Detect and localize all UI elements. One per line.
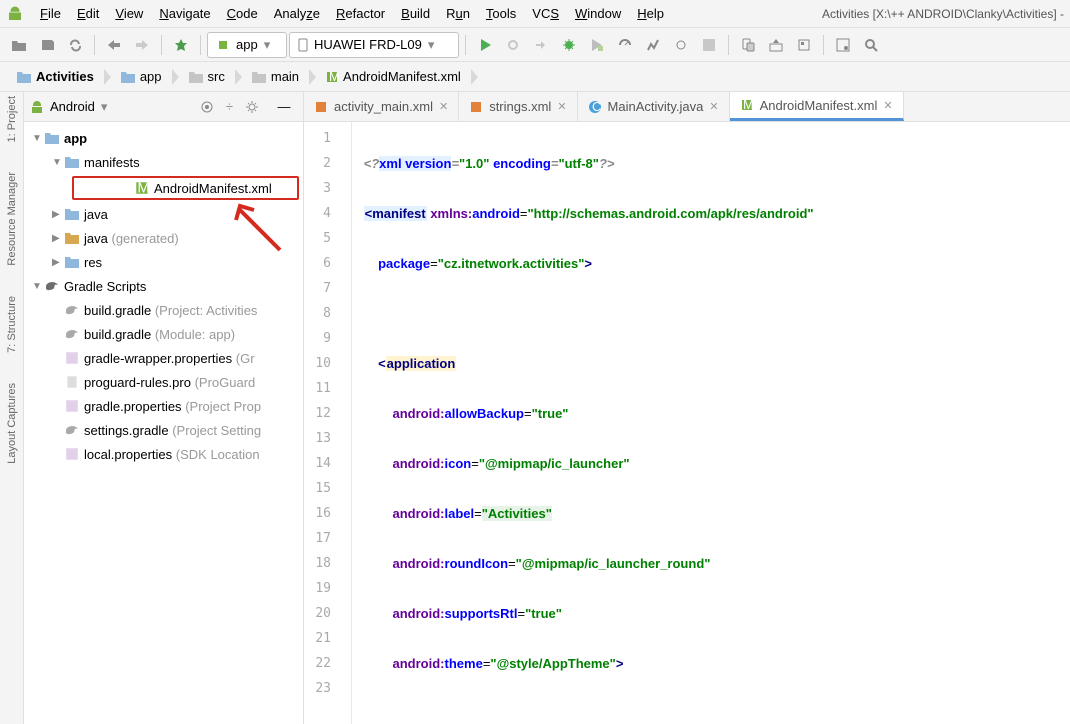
breadcrumb-src[interactable]: src [172, 65, 235, 89]
android-icon [30, 100, 44, 114]
menu-edit[interactable]: Edit [69, 3, 107, 24]
svg-text:MF: MF [329, 70, 339, 84]
debug-button[interactable] [556, 32, 582, 58]
tree-java-generated[interactable]: ▶ java (generated) [24, 226, 303, 250]
project-tree[interactable]: ▼ app ▼ manifests MF AndroidManifest.xml… [24, 122, 303, 724]
code-editor[interactable]: <?xml version="1.0" encoding="utf-8"?> <… [352, 122, 1070, 724]
profile-button[interactable] [612, 32, 638, 58]
rail-project[interactable]: 1: Project [6, 96, 18, 142]
tree-manifests[interactable]: ▼ manifests [24, 150, 303, 174]
hide-panel-icon[interactable]: — [271, 94, 297, 120]
tree-build-gradle-module[interactable]: build.gradle (Module: app) [24, 322, 303, 346]
device-selector[interactable]: HUAWEI FRD-L09 ▾ [289, 32, 459, 58]
rail-structure[interactable]: 7: Structure [6, 296, 18, 353]
close-icon[interactable]: ✕ [709, 100, 718, 113]
breadcrumb-project[interactable]: Activities [0, 65, 104, 89]
tree-res[interactable]: ▶ res [24, 250, 303, 274]
breadcrumb-file[interactable]: MF AndroidManifest.xml [309, 65, 471, 89]
apply-code-button[interactable] [528, 32, 554, 58]
menu-run[interactable]: Run [438, 3, 478, 24]
settings-icon[interactable] [239, 94, 265, 120]
profiler-icon[interactable] [640, 32, 666, 58]
project-view-label[interactable]: Android [50, 99, 95, 114]
menu-view[interactable]: View [107, 3, 151, 24]
menu-help[interactable]: Help [629, 3, 672, 24]
tree-local-props[interactable]: local.properties (SDK Location [24, 442, 303, 466]
line-gutter: 1234567891011121314151617181920212223 [304, 122, 352, 724]
toolbar-separator [200, 35, 201, 55]
svg-text:C: C [592, 100, 601, 114]
coverage-button[interactable] [584, 32, 610, 58]
breadcrumb-main[interactable]: main [235, 65, 309, 89]
menu-tools[interactable]: Tools [478, 3, 524, 24]
rail-layout-captures[interactable]: Layout Captures [6, 383, 18, 464]
menu-analyze[interactable]: Analyze [266, 3, 328, 24]
android-logo-icon [6, 5, 24, 23]
tree-settings-gradle[interactable]: settings.gradle (Project Setting [24, 418, 303, 442]
close-icon[interactable]: ✕ [557, 100, 566, 113]
select-opened-icon[interactable] [194, 94, 220, 120]
device-label: HUAWEI FRD-L09 [314, 37, 422, 52]
svg-text:MF: MF [743, 98, 754, 112]
back-button[interactable] [101, 32, 127, 58]
menu-window[interactable]: Window [567, 3, 629, 24]
tree-build-gradle-project[interactable]: build.gradle (Project: Activities [24, 298, 303, 322]
menu-navigate[interactable]: Navigate [151, 3, 218, 24]
toolbar-separator [465, 35, 466, 55]
close-icon[interactable]: ✕ [439, 100, 448, 113]
tree-wrapper-props[interactable]: gradle-wrapper.properties (Gr [24, 346, 303, 370]
breadcrumb: Activities app src main MF AndroidManife… [0, 62, 1070, 92]
svg-text:MF: MF [137, 181, 150, 196]
tree-manifest-file[interactable]: MF AndroidManifest.xml [72, 176, 299, 200]
tree-app[interactable]: ▼ app [24, 126, 303, 150]
toolbar-separator [161, 35, 162, 55]
window-title: Activities [X:\++ ANDROID\Clanky\Activit… [822, 7, 1064, 21]
forward-button[interactable] [129, 32, 155, 58]
dropdown-icon[interactable]: ▾ [101, 99, 108, 115]
toolbar-separator [94, 35, 95, 55]
toolbar-separator [823, 35, 824, 55]
menu-build[interactable]: Build [393, 3, 438, 24]
tab-activity-main[interactable]: activity_main.xml✕ [304, 92, 459, 121]
toolbar-separator [728, 35, 729, 55]
close-icon[interactable]: ✕ [883, 99, 892, 112]
rail-resource-manager[interactable]: Resource Manager [6, 172, 18, 266]
tab-androidmanifest[interactable]: MF AndroidManifest.xml✕ [730, 92, 904, 121]
build-button[interactable] [168, 32, 194, 58]
apply-changes-button[interactable] [500, 32, 526, 58]
run-button[interactable] [472, 32, 498, 58]
tree-proguard[interactable]: proguard-rules.pro (ProGuard [24, 370, 303, 394]
resource-manager-button[interactable] [791, 32, 817, 58]
tab-mainactivity[interactable]: C MainActivity.java✕ [578, 92, 730, 121]
menu-file[interactable]: File [32, 3, 69, 24]
breadcrumb-app[interactable]: app [104, 65, 172, 89]
save-button[interactable] [34, 32, 60, 58]
divider-icon: ÷ [226, 99, 233, 114]
tree-gradle-scripts[interactable]: ▼ Gradle Scripts [24, 274, 303, 298]
sdk-manager-button[interactable] [763, 32, 789, 58]
open-button[interactable] [6, 32, 32, 58]
attach-debugger-button[interactable] [668, 32, 694, 58]
run-config-label: app [236, 37, 258, 52]
sync-button[interactable] [62, 32, 88, 58]
tab-strings[interactable]: strings.xml✕ [459, 92, 577, 121]
search-button[interactable] [858, 32, 884, 58]
avd-manager-button[interactable] [735, 32, 761, 58]
layout-inspector-button[interactable] [830, 32, 856, 58]
stop-button[interactable] [696, 32, 722, 58]
menu-code[interactable]: Code [219, 3, 266, 24]
tree-java[interactable]: ▶ java [24, 202, 303, 226]
run-config-selector[interactable]: app ▾ [207, 32, 287, 58]
tree-gradle-props[interactable]: gradle.properties (Project Prop [24, 394, 303, 418]
menu-vcs[interactable]: VCS [524, 3, 567, 24]
menu-refactor[interactable]: Refactor [328, 3, 393, 24]
